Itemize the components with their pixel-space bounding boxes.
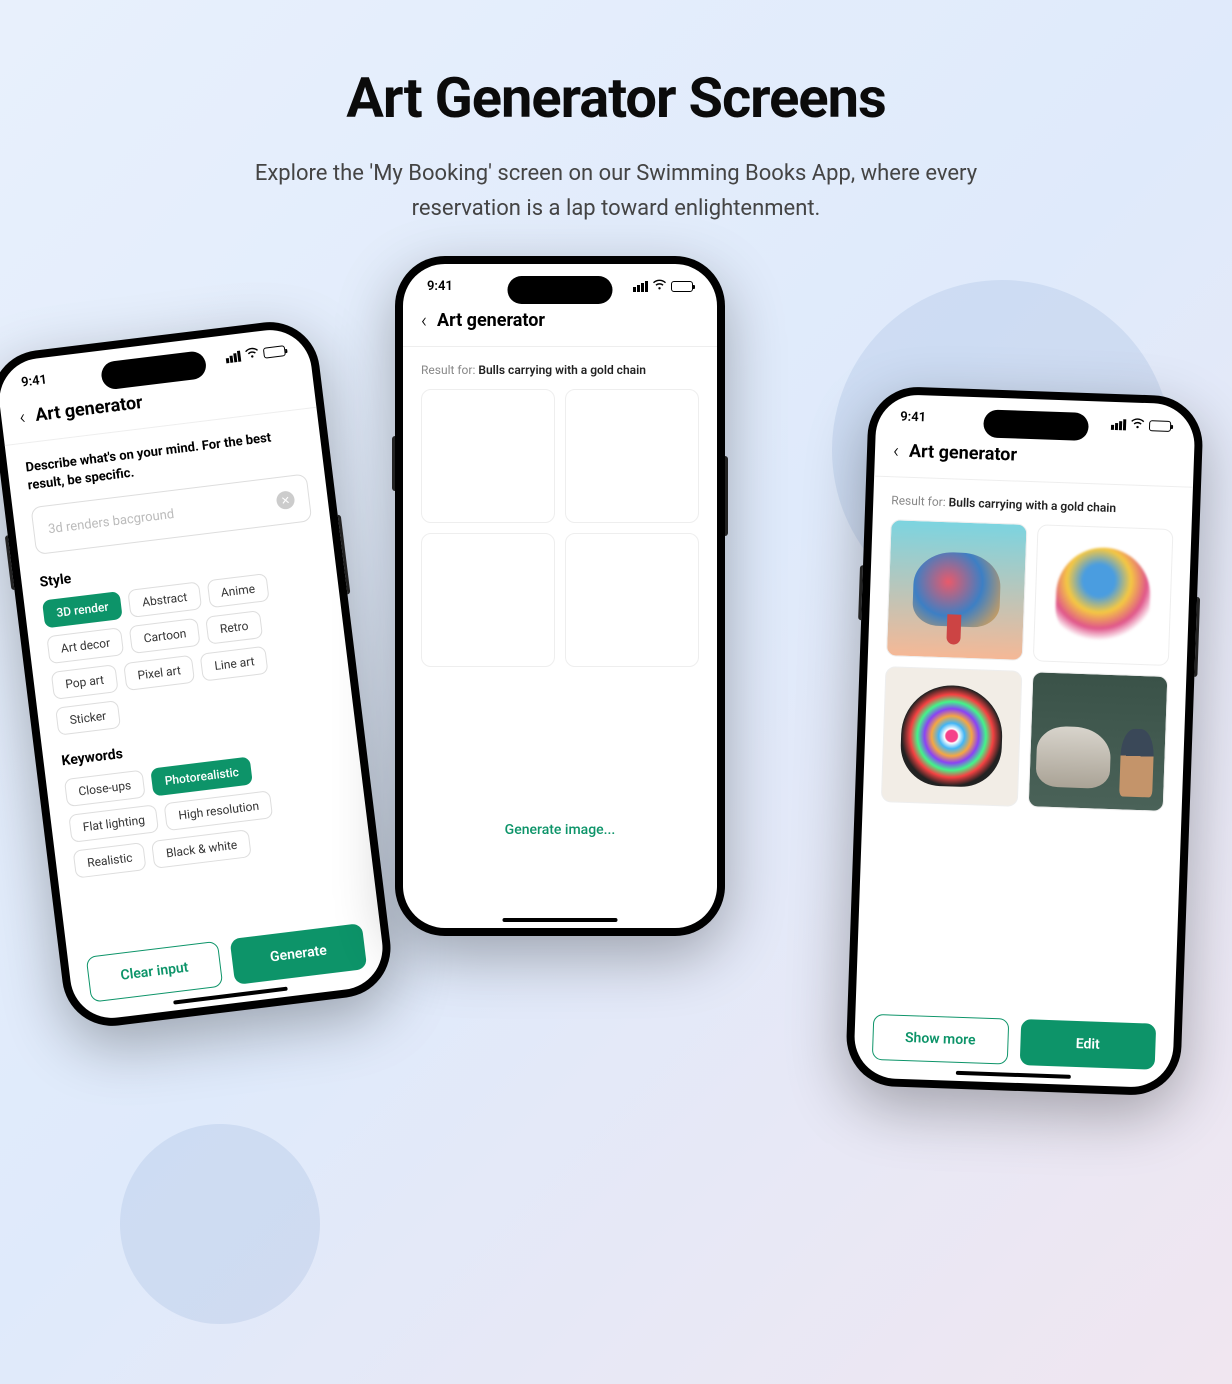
screen-title: Art generator — [909, 441, 1018, 466]
input-placeholder: 3d renders bacground — [47, 507, 175, 537]
screen-title: Art generator — [34, 392, 144, 426]
status-time: 9:41 — [427, 279, 453, 294]
result-placeholder — [421, 389, 555, 523]
wifi-icon — [1130, 417, 1146, 434]
style-chip[interactable]: Line art — [200, 646, 269, 682]
clear-button[interactable]: Clear input — [86, 941, 224, 1003]
status-indicators — [1111, 416, 1172, 434]
phone-mockup-loading: 9:41 ‹ Art generator Result for: Bulls c… — [395, 256, 725, 936]
battery-icon — [671, 281, 693, 292]
result-placeholder — [565, 533, 699, 667]
result-image[interactable] — [881, 666, 1022, 807]
style-chip[interactable]: Sticker — [55, 701, 121, 736]
keyword-chip[interactable]: Photorealistic — [150, 757, 253, 797]
style-chip[interactable]: Art decor — [46, 628, 124, 665]
result-image[interactable] — [1032, 525, 1173, 666]
style-chips: 3D renderAbstractAnime Art decorCartoonRe… — [42, 567, 335, 736]
signal-icon — [1111, 419, 1126, 431]
result-image[interactable] — [886, 520, 1027, 661]
clear-input-icon[interactable]: ✕ — [276, 491, 296, 511]
style-chip[interactable]: 3D render — [42, 592, 123, 629]
status-time: 9:41 — [20, 372, 47, 390]
phone-mockup-results: 9:41 ‹ Art generator Result for: Bulls c… — [845, 386, 1204, 1097]
keyword-chips: Close-upsPhotorealistic Flat lightingHigh… — [64, 746, 352, 879]
style-chip[interactable]: Anime — [206, 574, 269, 609]
wifi-icon — [652, 278, 667, 294]
result-label: Result for: Bulls carrying with a gold c… — [891, 494, 1174, 518]
result-image[interactable] — [1027, 671, 1168, 812]
keyword-chip[interactable]: High resolution — [164, 791, 274, 832]
page-title: Art Generator Screens — [0, 65, 1232, 131]
battery-icon — [263, 345, 286, 359]
style-chip[interactable]: Cartoon — [129, 619, 201, 655]
result-placeholder — [421, 533, 555, 667]
status-time: 9:41 — [900, 409, 926, 425]
notch — [508, 276, 613, 304]
back-icon[interactable]: ‹ — [421, 308, 427, 332]
status-indicators — [633, 278, 693, 294]
style-chip[interactable]: Pixel art — [123, 655, 195, 691]
notch — [983, 410, 1089, 442]
result-placeholder — [565, 389, 699, 523]
home-indicator — [503, 918, 618, 922]
screen-title: Art generator — [437, 310, 545, 331]
loading-text: Generate image... — [403, 822, 717, 838]
style-chip[interactable]: Pop art — [51, 665, 119, 701]
edit-button[interactable]: Edit — [1019, 1019, 1156, 1070]
style-chip[interactable]: Abstract — [128, 582, 202, 618]
show-more-button[interactable]: Show more — [872, 1014, 1009, 1065]
keyword-chip[interactable]: Realistic — [73, 843, 147, 879]
result-label: Result for: Bulls carrying with a gold c… — [421, 363, 699, 377]
generate-button[interactable]: Generate — [230, 923, 368, 985]
home-indicator — [955, 1071, 1070, 1079]
back-icon[interactable]: ‹ — [18, 405, 27, 430]
keyword-chip[interactable]: Close-ups — [64, 770, 146, 807]
back-icon[interactable]: ‹ — [893, 439, 900, 463]
signal-icon — [225, 351, 241, 364]
signal-icon — [633, 281, 648, 292]
battery-icon — [1149, 420, 1171, 432]
keyword-chip[interactable]: Black & white — [152, 830, 252, 870]
keyword-chip[interactable]: Flat lighting — [68, 805, 159, 844]
page-subtitle: Explore the 'My Booking' screen on our S… — [226, 156, 1006, 226]
wifi-icon — [244, 346, 261, 364]
style-chip[interactable]: Retro — [205, 611, 262, 645]
phone-mockup-input: 9:41 ‹ Art generator Describe what's on … — [0, 317, 396, 1032]
